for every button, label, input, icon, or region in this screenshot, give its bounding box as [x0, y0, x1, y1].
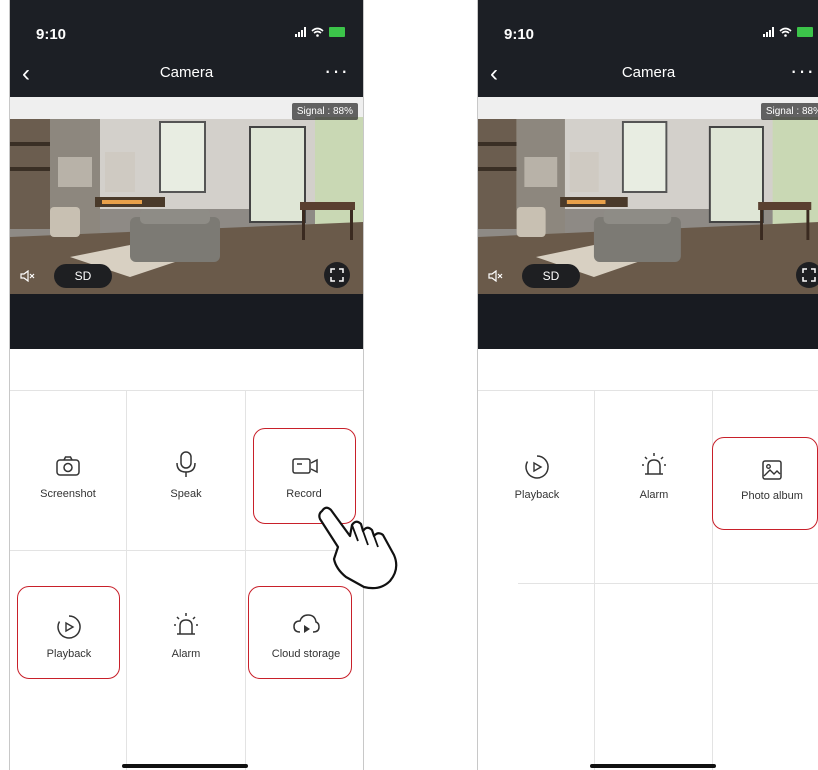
status-time: 9:10: [36, 26, 67, 43]
signal-badge: Signal : 88%: [291, 103, 358, 120]
highlight-photo-album: [712, 437, 818, 530]
grid-divider: [126, 390, 127, 770]
grid-divider: [478, 390, 818, 391]
more-options-button[interactable]: ···: [790, 58, 815, 84]
camera-icon: [56, 456, 80, 476]
right-phone-screen: 9:10 ‹ Camera ··· Signal: 88% SD Playba…: [477, 0, 818, 770]
mute-button[interactable]: [20, 269, 36, 285]
menu-label: Screenshot: [40, 488, 96, 500]
video-bottom-band: [10, 294, 363, 349]
top-bar: 9:10 ‹ Camera ···: [478, 0, 818, 97]
menu-label: Alarm: [639, 489, 669, 501]
mute-button[interactable]: [488, 269, 504, 285]
playback-icon: [525, 455, 549, 479]
more-options-button[interactable]: ···: [324, 58, 349, 84]
speaker-muted-icon: [20, 269, 35, 283]
grid-divider: [10, 390, 363, 391]
status-indicators: [763, 27, 813, 37]
menu-label: Alarm: [171, 648, 201, 660]
grid-divider: [518, 583, 818, 584]
fullscreen-icon: [330, 268, 344, 282]
alarm-siren-icon: [174, 613, 198, 635]
highlight-cloud-storage: [248, 586, 352, 679]
battery-icon: [329, 27, 345, 37]
home-indicator: [590, 764, 716, 768]
resolution-sd-button[interactable]: SD: [54, 264, 112, 288]
alarm-siren-icon: [642, 453, 666, 475]
home-indicator: [122, 764, 248, 768]
status-indicators: [295, 27, 345, 37]
highlight-playback: [17, 586, 120, 679]
grid-divider: [10, 550, 363, 551]
page-title: Camera: [621, 64, 676, 81]
cellular-signal-icon: [763, 27, 774, 37]
pointing-hand-icon: [318, 506, 398, 590]
speaker-muted-icon: [488, 269, 503, 283]
resolution-sd-button[interactable]: SD: [522, 264, 580, 288]
wifi-icon: [779, 27, 792, 37]
grid-divider: [594, 390, 595, 770]
battery-icon: [797, 27, 813, 37]
fullscreen-button[interactable]: [324, 262, 350, 288]
cellular-signal-icon: [295, 27, 306, 37]
wifi-icon: [311, 27, 324, 37]
menu-label: Speak: [170, 488, 202, 500]
top-bar: 9:10 ‹ Camera ···: [10, 0, 363, 97]
status-time: 9:10: [504, 26, 535, 43]
fullscreen-button[interactable]: [796, 262, 818, 288]
video-bottom-band: [478, 294, 818, 349]
page-title: Camera: [159, 64, 214, 81]
microphone-icon: [176, 451, 196, 477]
signal-badge: Signal : 88%: [760, 103, 818, 120]
menu-label: Playback: [514, 489, 560, 501]
grid-divider: [245, 390, 246, 770]
fullscreen-icon: [802, 268, 816, 282]
